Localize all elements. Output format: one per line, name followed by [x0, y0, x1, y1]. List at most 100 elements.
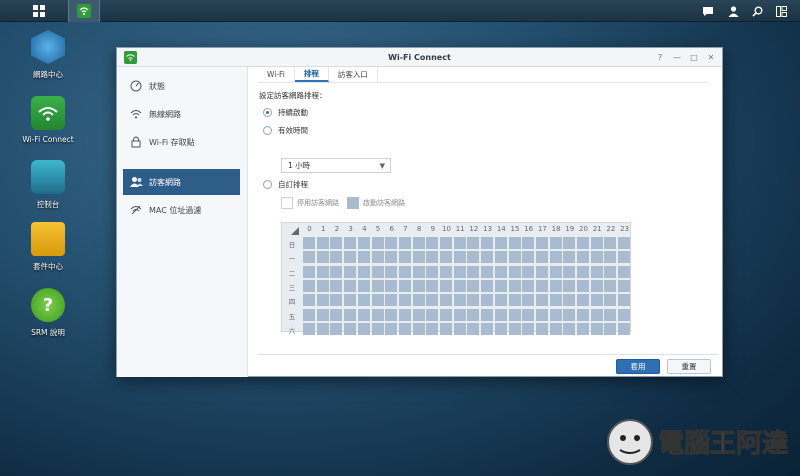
schedule-cell[interactable] [344, 294, 357, 307]
schedule-cell[interactable] [330, 279, 343, 292]
schedule-cell[interactable] [385, 322, 398, 335]
schedule-cell[interactable] [481, 279, 494, 292]
schedule-cell[interactable] [481, 251, 494, 264]
close-button[interactable]: ✕ [705, 51, 717, 63]
day-label[interactable]: 三 [284, 282, 300, 292]
tab-guest-portal[interactable]: 訪客入口 [329, 67, 378, 82]
schedule-cell[interactable] [522, 308, 535, 321]
help-button[interactable]: ? [654, 51, 666, 63]
schedule-cell[interactable] [618, 237, 631, 249]
radio-valid-time[interactable]: 有效時間 [263, 125, 308, 136]
schedule-cell[interactable] [303, 265, 315, 278]
schedule-cell[interactable] [426, 279, 439, 292]
schedule-cell[interactable] [453, 279, 466, 292]
hour-header[interactable]: 18 [550, 225, 563, 233]
schedule-cell[interactable] [522, 265, 535, 278]
radio-custom-schedule[interactable]: 自訂排程 [263, 179, 308, 190]
schedule-cell[interactable] [385, 279, 398, 292]
schedule-cell[interactable] [577, 251, 589, 264]
schedule-cell[interactable] [590, 237, 603, 249]
schedule-cell[interactable] [590, 279, 603, 292]
schedule-cell[interactable] [440, 251, 452, 264]
schedule-cell[interactable] [357, 322, 370, 335]
schedule-cell[interactable] [316, 308, 329, 321]
schedule-cell[interactable] [412, 308, 425, 321]
schedule-cell[interactable] [563, 237, 576, 249]
schedule-cell[interactable] [549, 237, 562, 249]
schedule-cell[interactable] [535, 322, 548, 335]
radio-button[interactable] [263, 180, 272, 189]
tab-schedule[interactable]: 排程 [294, 67, 329, 82]
schedule-cell[interactable] [453, 237, 466, 249]
schedule-cell[interactable] [371, 237, 384, 249]
schedule-cell[interactable] [330, 294, 343, 307]
schedule-cell[interactable] [481, 308, 494, 321]
schedule-cell[interactable] [344, 308, 357, 321]
schedule-cell[interactable] [522, 294, 535, 307]
schedule-cell[interactable] [467, 308, 480, 321]
schedule-cell[interactable] [467, 322, 480, 335]
schedule-cell[interactable] [357, 308, 370, 321]
hour-header[interactable]: 6 [385, 225, 398, 233]
schedule-cell[interactable] [303, 279, 315, 292]
schedule-cell[interactable] [467, 237, 480, 249]
widgets-button[interactable] [771, 0, 791, 22]
schedule-cell[interactable] [618, 308, 631, 321]
schedule-cell[interactable] [330, 322, 343, 335]
schedule-cell[interactable] [604, 279, 617, 292]
schedule-cell[interactable] [522, 279, 535, 292]
hour-header[interactable]: 15 [509, 225, 522, 233]
schedule-cell[interactable] [371, 251, 384, 264]
schedule-cell[interactable] [481, 237, 494, 249]
radio-always-on[interactable]: 持續啟動 [263, 107, 308, 118]
schedule-cell[interactable] [590, 251, 603, 264]
schedule-cell[interactable] [412, 279, 425, 292]
schedule-cell[interactable] [426, 251, 439, 264]
schedule-cell[interactable] [549, 294, 562, 307]
schedule-cell[interactable] [618, 265, 631, 278]
schedule-cell[interactable] [577, 237, 589, 249]
schedule-cell[interactable] [590, 308, 603, 321]
minimize-button[interactable]: — [671, 51, 683, 63]
schedule-cell[interactable] [549, 322, 562, 335]
taskbar-wifi-connect-button[interactable] [68, 0, 100, 22]
schedule-cell[interactable] [522, 251, 535, 264]
reset-button[interactable]: 重置 [667, 359, 711, 374]
schedule-cell[interactable] [440, 294, 452, 307]
schedule-cell[interactable] [440, 279, 452, 292]
schedule-cell[interactable] [508, 265, 521, 278]
select-all-corner-icon[interactable] [290, 226, 300, 236]
schedule-cell[interactable] [398, 265, 411, 278]
day-label[interactable]: 二 [284, 268, 300, 278]
hour-header[interactable]: 12 [467, 225, 480, 233]
schedule-cell[interactable] [494, 251, 507, 264]
schedule-cell[interactable] [494, 265, 507, 278]
schedule-cell[interactable] [535, 251, 548, 264]
schedule-cell[interactable] [426, 237, 439, 249]
day-label[interactable]: 六 [284, 325, 300, 335]
schedule-cell[interactable] [604, 294, 617, 307]
schedule-cell[interactable] [330, 237, 343, 249]
schedule-cell[interactable] [508, 251, 521, 264]
hour-header[interactable]: 1 [317, 225, 330, 233]
schedule-cell[interactable] [618, 251, 631, 264]
day-label[interactable]: 四 [284, 296, 300, 306]
schedule-cell[interactable] [577, 279, 589, 292]
schedule-cell[interactable] [357, 237, 370, 249]
schedule-cell[interactable] [344, 279, 357, 292]
desktop-icon-package-center[interactable]: 套件中心 [8, 222, 88, 272]
schedule-cell[interactable] [577, 308, 589, 321]
schedule-cell[interactable] [508, 279, 521, 292]
schedule-cell[interactable] [508, 322, 521, 335]
apply-button[interactable]: 套用 [616, 359, 660, 374]
sidebar-item-access-point[interactable]: Wi-Fi 存取點 [123, 129, 240, 155]
schedule-cell[interactable] [412, 251, 425, 264]
schedule-cell[interactable] [604, 265, 617, 278]
hour-header[interactable]: 7 [399, 225, 412, 233]
schedule-cell[interactable] [535, 279, 548, 292]
schedule-cell[interactable] [508, 237, 521, 249]
schedule-cell[interactable] [371, 279, 384, 292]
schedule-cell[interactable] [398, 294, 411, 307]
schedule-cell[interactable] [494, 308, 507, 321]
schedule-cell[interactable] [604, 308, 617, 321]
